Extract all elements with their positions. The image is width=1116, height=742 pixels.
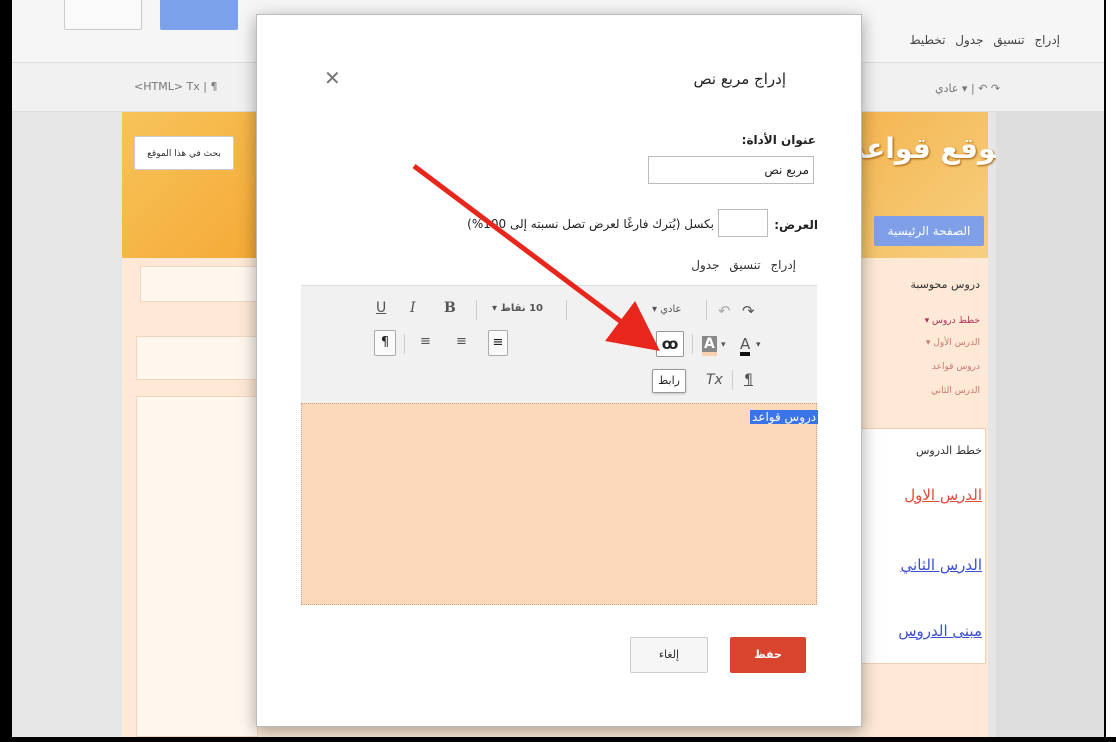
selected-text[interactable]: دروس قواعد — [750, 410, 819, 424]
lesson-link[interactable]: مبنى الدروس — [870, 622, 982, 640]
editor-menu[interactable]: إدراج تنسيق جدول — [600, 258, 796, 272]
highlight-color-button[interactable]: A — [702, 336, 717, 356]
right-margin — [996, 112, 1104, 737]
align-right-button[interactable]: ≡ — [488, 330, 508, 356]
site-search-button[interactable]: بحث في هذا الموقع — [134, 136, 234, 170]
toolbar-divider — [706, 300, 707, 320]
cancel-button[interactable]: إلغاء — [630, 637, 708, 673]
sidebar-item[interactable]: دروس قواعد — [870, 362, 980, 372]
italic-button[interactable]: I — [410, 300, 416, 316]
sidebar-item[interactable]: ▾ خطط دروس — [870, 316, 980, 326]
link-icon[interactable]: ꝏ — [656, 331, 684, 357]
text-color-button[interactable]: A — [740, 336, 751, 356]
toolbar-divider — [476, 300, 477, 320]
site-title: موقع قواعد — [850, 132, 1013, 165]
bg-menu-format[interactable]: تنسيق — [993, 33, 1024, 47]
clear-formatting-button[interactable]: Tx — [706, 372, 723, 388]
width-hint: بكسل (يُترك فارغًا لعرض تصل نسبته إلى 10… — [467, 217, 714, 231]
close-icon[interactable]: ✕ — [324, 66, 341, 90]
screen-edge — [0, 0, 12, 742]
toolbar-divider — [566, 300, 567, 320]
save-button[interactable]: حفظ — [730, 637, 806, 673]
editor-menu-insert[interactable]: إدراج — [770, 258, 796, 272]
width-label: العرض: — [774, 218, 818, 232]
bg-toolbar-right[interactable]: عادي ▾ | ↶ ↷ — [935, 82, 1000, 95]
left-gadget — [140, 266, 258, 302]
chevron-down-icon[interactable]: ▾ — [756, 340, 761, 350]
lesson-link[interactable]: الدرس الثاني — [870, 556, 982, 574]
paragraph-button[interactable]: ¶ — [744, 372, 753, 388]
lesson-link[interactable]: الدرس الاول — [870, 486, 982, 504]
left-gadget — [136, 396, 258, 737]
editor-menu-format[interactable]: تنسيق — [729, 258, 760, 272]
size-select[interactable]: 10 نقاط ▾ — [492, 303, 543, 314]
align-center-button[interactable]: ≡ — [456, 334, 467, 349]
bg-button-grey[interactable] — [64, 0, 142, 30]
lessons-heading: خطط الدروس — [916, 444, 982, 457]
chevron-down-icon[interactable]: ▾ — [721, 340, 726, 350]
toolbar-divider — [692, 334, 693, 354]
bg-menu-layout[interactable]: تخطيط — [909, 33, 945, 47]
tool-title-input[interactable]: مربع نص — [648, 156, 814, 184]
left-gadget — [136, 336, 258, 380]
home-button[interactable]: الصفحة الرئيسية — [874, 216, 984, 246]
align-left-button[interactable]: ≡ — [420, 334, 431, 349]
screen-edge — [1104, 0, 1116, 742]
dialog-title: إدراج مربع نص — [693, 70, 787, 88]
bg-toolbar-left[interactable]: <HTML> Tx | ¶ — [134, 80, 217, 93]
toolbar-divider — [732, 370, 733, 390]
bg-menu-bar[interactable]: إدراج تنسيق جدول تخطيط — [880, 33, 1060, 47]
undo-icon[interactable]: ↶ — [718, 302, 731, 320]
editor-content-area[interactable] — [301, 403, 817, 605]
link-tooltip: رابط — [652, 369, 686, 393]
underline-button[interactable]: U — [376, 300, 386, 316]
screen-edge — [0, 737, 1116, 742]
sidebar-title: دروس محوسبة — [910, 278, 980, 291]
sidebar-item[interactable]: الدرس الثاني — [870, 386, 980, 396]
tool-title-label: عنوان الأداة: — [741, 133, 816, 147]
bg-menu-insert[interactable]: إدراج — [1034, 33, 1060, 47]
rtl-direction-button[interactable]: ¶ — [374, 330, 396, 356]
bg-button-blue[interactable] — [160, 0, 238, 30]
editor-menu-table[interactable]: جدول — [691, 258, 719, 272]
bg-menu-table[interactable]: جدول — [955, 33, 983, 47]
bold-button[interactable]: B — [444, 300, 456, 316]
style-select[interactable]: عادي ▾ — [652, 304, 682, 315]
width-input[interactable] — [718, 209, 768, 237]
sidebar-item[interactable]: ▾ الدرس الأول — [870, 338, 980, 348]
redo-icon[interactable]: ↷ — [742, 302, 755, 320]
toolbar-divider — [404, 334, 405, 354]
